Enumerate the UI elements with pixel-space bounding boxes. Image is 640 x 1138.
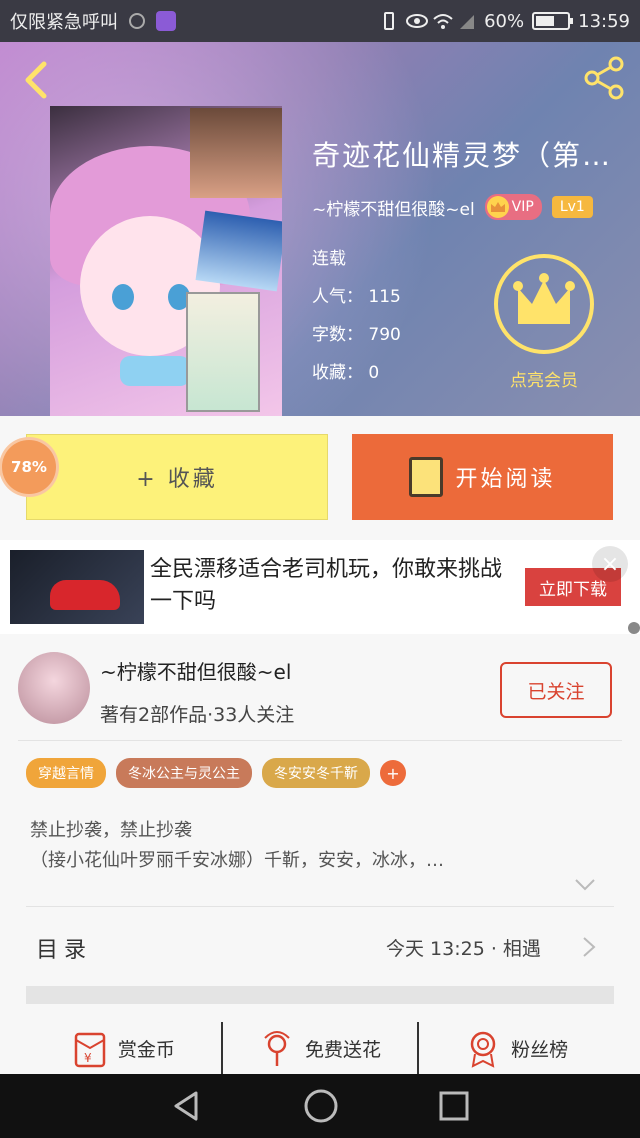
carrier-text: 仅限紧急呼叫 xyxy=(10,12,118,33)
start-reading-label: 开始阅读 xyxy=(455,467,556,492)
follow-button[interactable]: 已关注 xyxy=(500,662,612,718)
battery-icon xyxy=(532,12,574,30)
favorites-count: 收藏： 0 xyxy=(312,363,380,383)
close-icon[interactable]: × xyxy=(592,546,628,582)
tag-list: 穿越言情 冬冰公主与灵公主 冬安安冬千靳 + xyxy=(26,758,406,788)
level-badge: Lv1 xyxy=(551,196,593,218)
tag[interactable]: 冬冰公主与灵公主 xyxy=(116,758,252,788)
sync-icon xyxy=(128,12,146,30)
author-row[interactable]: ~柠檬不甜但很酸~el VIP Lv1 xyxy=(312,194,593,220)
ad-info-icon[interactable] xyxy=(628,622,640,634)
medal-icon xyxy=(470,1031,496,1068)
wifi-icon xyxy=(432,12,453,30)
battery-percent: 60% xyxy=(484,10,525,32)
send-flower-button[interactable]: 免费送花 xyxy=(223,1022,420,1074)
divider xyxy=(18,740,622,741)
toc-label[interactable]: 目录 xyxy=(36,932,92,964)
status-bar: 仅限紧急呼叫 60% 13:59 xyxy=(0,0,640,42)
share-button[interactable] xyxy=(580,54,628,102)
eye-icon xyxy=(406,12,429,30)
nav-home-icon[interactable] xyxy=(303,1088,339,1124)
bottom-actions: ¥ 赏金币 免费送花 粉丝榜 xyxy=(26,1022,614,1074)
crown-icon xyxy=(513,273,575,324)
nav-recents-icon[interactable] xyxy=(438,1090,470,1122)
vip-badge: VIP xyxy=(484,194,542,220)
vibrate-icon xyxy=(380,12,398,30)
member-label[interactable]: 点亮会员 xyxy=(494,366,594,391)
chevron-right-icon[interactable] xyxy=(582,936,596,958)
add-tag-button[interactable]: + xyxy=(380,760,406,786)
signal-icon xyxy=(458,12,476,30)
share-icon xyxy=(584,56,624,100)
section-spacer xyxy=(26,986,614,1004)
svg-text:¥: ¥ xyxy=(84,1051,92,1065)
send-flower-label: 免费送花 xyxy=(305,1038,382,1061)
member-crown-button[interactable] xyxy=(494,254,594,354)
author-stats: 著有2部作品·33人关注 xyxy=(100,704,295,726)
red-envelope-icon: ¥ xyxy=(74,1032,106,1068)
intro-line: （接小花仙叶罗丽千安冰娜）千靳，安安，冰冰，… xyxy=(30,850,444,871)
book-icon xyxy=(409,457,444,497)
ad-image xyxy=(10,550,144,624)
chevron-down-icon[interactable] xyxy=(574,878,596,892)
clock: 13:59 xyxy=(578,10,630,32)
tag[interactable]: 冬安安冬千靳 xyxy=(262,758,370,788)
toc-latest-chapter[interactable]: 今天 13:25 · 相遇 xyxy=(386,934,541,961)
ad-banner[interactable]: 全民漂移适合老司机玩，你敢来挑战一下吗 立即下载 × xyxy=(0,540,640,634)
reward-coins-label: 赏金币 xyxy=(117,1038,175,1061)
reading-progress-badge: 78% xyxy=(2,440,56,494)
nav-back-icon[interactable] xyxy=(170,1089,204,1123)
author-name[interactable]: ~柠檬不甜但很酸~el xyxy=(312,195,475,220)
ad-text: 全民漂移适合老司机玩，你敢来挑战一下吗 xyxy=(150,557,503,614)
system-nav-bar xyxy=(0,1074,640,1138)
gallery-app-icon xyxy=(156,11,176,31)
book-header: 奇迹花仙精灵梦（第… ~柠檬不甜但很酸~el VIP Lv1 连载 人气： 11… xyxy=(0,42,640,416)
popularity: 人气： 115 xyxy=(312,287,401,307)
serial-status: 连载 xyxy=(312,249,346,269)
action-row: 78% + 收藏 开始阅读 xyxy=(0,416,640,540)
reward-coins-button[interactable]: ¥ 赏金币 xyxy=(26,1022,223,1074)
fan-ranking-label: 粉丝榜 xyxy=(511,1038,569,1061)
collect-button[interactable]: + 收藏 xyxy=(26,434,328,520)
fan-ranking-button[interactable]: 粉丝榜 xyxy=(419,1022,614,1074)
divider xyxy=(26,906,614,907)
author-card: ~柠檬不甜但很酸~el 著有2部作品·33人关注 已关注 穿越言情 冬冰公主与灵… xyxy=(0,634,640,1074)
start-reading-button[interactable]: 开始阅读 xyxy=(352,434,613,520)
word-count: 字数： 790 xyxy=(312,325,401,345)
book-intro: 禁止抄袭，禁止抄袭 （接小花仙叶罗丽千安冰娜）千靳，安安，冰冰，… xyxy=(30,816,610,876)
tag[interactable]: 穿越言情 xyxy=(26,758,106,788)
back-button[interactable] xyxy=(18,58,54,102)
flower-icon xyxy=(264,1031,290,1066)
chevron-left-icon xyxy=(25,61,47,99)
book-cover[interactable] xyxy=(50,106,282,416)
intro-line: 禁止抄袭，禁止抄袭 xyxy=(30,820,192,841)
avatar[interactable] xyxy=(18,652,90,724)
author-name[interactable]: ~柠檬不甜但很酸~el xyxy=(100,656,291,685)
book-title: 奇迹花仙精灵梦（第… xyxy=(312,139,613,172)
crown-icon xyxy=(486,196,509,218)
